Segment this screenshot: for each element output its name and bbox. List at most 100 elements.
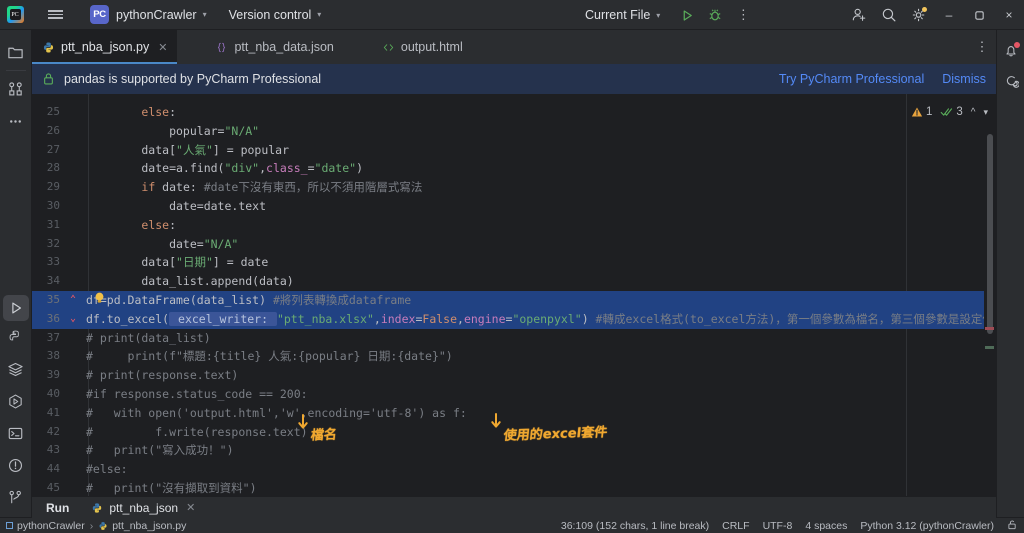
code-line[interactable]: 33 data["日期"] = date bbox=[32, 253, 996, 272]
error-marker[interactable] bbox=[985, 327, 994, 330]
project-tool-icon[interactable] bbox=[0, 36, 32, 68]
code-editor[interactable]: 1 3 ^ ▾ 25 else: 26 popular="N/A" 27 data[… bbox=[32, 94, 996, 496]
gear-icon[interactable] bbox=[904, 0, 934, 30]
run-configuration-selector[interactable]: Current File bbox=[585, 8, 650, 22]
line-content[interactable]: #else: bbox=[80, 460, 996, 479]
code-line[interactable]: 28 date=a.find("div",class_="date") bbox=[32, 159, 996, 178]
code-line[interactable]: 35 ⌃ df=pd.DataFrame(data_list) #將列表轉換成dat… bbox=[32, 290, 996, 310]
code-line[interactable]: 32 date="N/A" bbox=[32, 235, 996, 254]
line-separator[interactable]: CRLF bbox=[722, 520, 749, 532]
code-line[interactable]: 44 #else: bbox=[32, 460, 996, 479]
line-content[interactable]: #if response.status_code == 200: bbox=[80, 385, 996, 404]
intention-bulb-icon[interactable] bbox=[94, 291, 105, 303]
line-content[interactable]: popular="N/A" bbox=[80, 122, 996, 141]
line-content[interactable]: data_list.append(data) bbox=[80, 272, 996, 291]
unlocked-icon[interactable] bbox=[1007, 519, 1018, 533]
next-problem-icon[interactable]: ▾ bbox=[983, 107, 988, 118]
more-vertical-icon[interactable]: ⋮ bbox=[968, 30, 996, 64]
code-line[interactable]: 45 # print("沒有擷取到資料") bbox=[32, 479, 996, 496]
tab-output-html[interactable]: output.html bbox=[372, 30, 473, 64]
code-line[interactable]: 37 # print(data_list) bbox=[32, 329, 996, 348]
line-content[interactable]: date=a.find("div",class_="date") bbox=[80, 159, 996, 178]
code-line[interactable]: 25 else: bbox=[32, 103, 996, 122]
ai-assistant-spiral-icon[interactable] bbox=[997, 66, 1024, 96]
line-content[interactable]: if date: #date下沒有東西，所以不須用階層式寫法 bbox=[80, 178, 996, 197]
services-layers-icon[interactable] bbox=[0, 353, 32, 385]
code-line[interactable]: 30 date=date.text bbox=[32, 197, 996, 216]
tab-ptt-nba-json-py[interactable]: ptt_nba_json.py ✕ bbox=[32, 30, 178, 64]
python-interpreter[interactable]: Python 3.12 (pythonCrawler) bbox=[860, 520, 994, 532]
more-tool-windows-icon[interactable] bbox=[0, 105, 32, 137]
close-icon[interactable]: ✕ bbox=[186, 501, 195, 514]
code-line[interactable]: 31 else: bbox=[32, 216, 996, 235]
editor-scrollbar-thumb[interactable] bbox=[987, 134, 993, 334]
run-button[interactable] bbox=[676, 4, 698, 26]
line-content[interactable]: else: bbox=[80, 216, 996, 235]
try-professional-link[interactable]: Try PyCharm Professional bbox=[779, 72, 924, 86]
inspections-widget[interactable]: 1 3 ^ ▾ bbox=[903, 102, 988, 122]
python-packages-icon[interactable] bbox=[0, 321, 32, 353]
chevron-down-icon[interactable]: ▾ bbox=[317, 10, 321, 19]
tab-ptt-nba-data-json[interactable]: ptt_nba_data.json bbox=[205, 30, 343, 64]
breadcrumb-project[interactable]: pythonCrawler bbox=[17, 520, 85, 532]
line-content[interactable]: date=date.text bbox=[80, 197, 996, 216]
structure-tool-icon[interactable] bbox=[0, 73, 32, 105]
previous-problem-icon[interactable]: ^ bbox=[971, 107, 976, 118]
line-content[interactable]: # print("寫入成功！") bbox=[80, 441, 996, 460]
maximize-button[interactable] bbox=[964, 0, 994, 30]
code-line[interactable]: 43 # print("寫入成功！") bbox=[32, 441, 996, 460]
code-line[interactable]: 27 data["人氣"] = popular bbox=[32, 141, 996, 160]
gutter-warning-marker[interactable]: ⌃ bbox=[66, 291, 80, 310]
file-encoding[interactable]: UTF-8 bbox=[763, 520, 793, 532]
problems-icon[interactable] bbox=[0, 449, 32, 481]
ok-count[interactable]: 3 bbox=[940, 106, 963, 118]
indent-setting[interactable]: 4 spaces bbox=[805, 520, 847, 532]
marker-track[interactable] bbox=[984, 94, 996, 496]
breadcrumb-file[interactable]: ptt_nba_json.py bbox=[112, 520, 186, 532]
code-line[interactable]: 41 # with open('output.html','w',encoding… bbox=[32, 404, 996, 423]
line-content[interactable]: # print(response.text) bbox=[80, 366, 996, 385]
line-content[interactable]: # with open('output.html','w',encoding='… bbox=[80, 404, 996, 423]
close-button[interactable]: × bbox=[994, 0, 1024, 30]
code-line[interactable]: 29 if date: #date下沒有東西，所以不須用階層式寫法 bbox=[32, 178, 996, 197]
more-vertical-icon[interactable]: ⋮ bbox=[734, 4, 752, 26]
gutter-warning-marker[interactable]: ⌄ bbox=[66, 310, 80, 329]
line-content[interactable]: data["人氣"] = popular bbox=[80, 141, 996, 160]
code-line[interactable]: 40 #if response.status_code == 200: bbox=[32, 385, 996, 404]
line-content[interactable]: # print("沒有擷取到資料") bbox=[80, 479, 996, 496]
ok-marker[interactable] bbox=[985, 346, 994, 349]
code-line[interactable]: 34 data_list.append(data) bbox=[32, 272, 996, 291]
debug-button[interactable] bbox=[704, 4, 726, 26]
code-line[interactable]: 26 popular="N/A" bbox=[32, 122, 996, 141]
run-anything-icon[interactable] bbox=[0, 385, 32, 417]
search-icon[interactable] bbox=[874, 0, 904, 30]
line-content[interactable]: df.to_excel( excel_writer: "ptt_nba.xlsx… bbox=[80, 310, 996, 329]
line-content[interactable]: data["日期"] = date bbox=[80, 253, 996, 272]
pycharm-logo-icon[interactable]: PC bbox=[0, 0, 30, 30]
terminal-icon[interactable] bbox=[0, 417, 32, 449]
breadcrumb[interactable]: pythonCrawler › ptt_nba_json.py bbox=[6, 520, 186, 532]
code-line[interactable]: 36 ⌄ df.to_excel( excel_writer: "ptt_nba.x… bbox=[32, 309, 996, 329]
line-content[interactable]: date="N/A" bbox=[80, 235, 996, 254]
add-user-icon[interactable] bbox=[844, 0, 874, 30]
close-icon[interactable]: ✕ bbox=[158, 41, 167, 54]
version-control-menu[interactable]: Version control bbox=[229, 8, 312, 22]
warning-count[interactable]: 1 bbox=[911, 106, 932, 118]
project-name[interactable]: pythonCrawler bbox=[116, 8, 197, 22]
run-tool-icon[interactable] bbox=[2, 295, 29, 321]
chevron-down-icon[interactable]: ▾ bbox=[656, 11, 660, 20]
hamburger-menu-icon[interactable] bbox=[40, 0, 70, 30]
minimize-button[interactable]: – bbox=[934, 0, 964, 30]
line-content[interactable]: df=pd.DataFrame(data_list) #將列表轉換成datafr… bbox=[80, 291, 996, 310]
version-control-branch-icon[interactable] bbox=[0, 481, 32, 513]
chevron-down-icon[interactable]: ▾ bbox=[203, 10, 207, 19]
line-content[interactable]: # print(data_list) bbox=[80, 329, 996, 348]
notifications-bell-icon[interactable] bbox=[997, 36, 1024, 66]
caret-position[interactable]: 36:109 (152 chars, 1 line break) bbox=[561, 520, 709, 532]
line-content[interactable]: # print(f"標題:{title} 人氣:{popular} 日期:{da… bbox=[80, 347, 996, 366]
dismiss-link[interactable]: Dismiss bbox=[942, 72, 986, 86]
line-content[interactable]: else: bbox=[80, 103, 996, 122]
run-tab-ptt-nba-json[interactable]: ptt_nba_json ✕ bbox=[91, 501, 195, 515]
code-line[interactable]: 39 # print(response.text) bbox=[32, 366, 996, 385]
code-line[interactable]: 38 # print(f"標題:{title} 人氣:{popular} 日期:{… bbox=[32, 347, 996, 366]
